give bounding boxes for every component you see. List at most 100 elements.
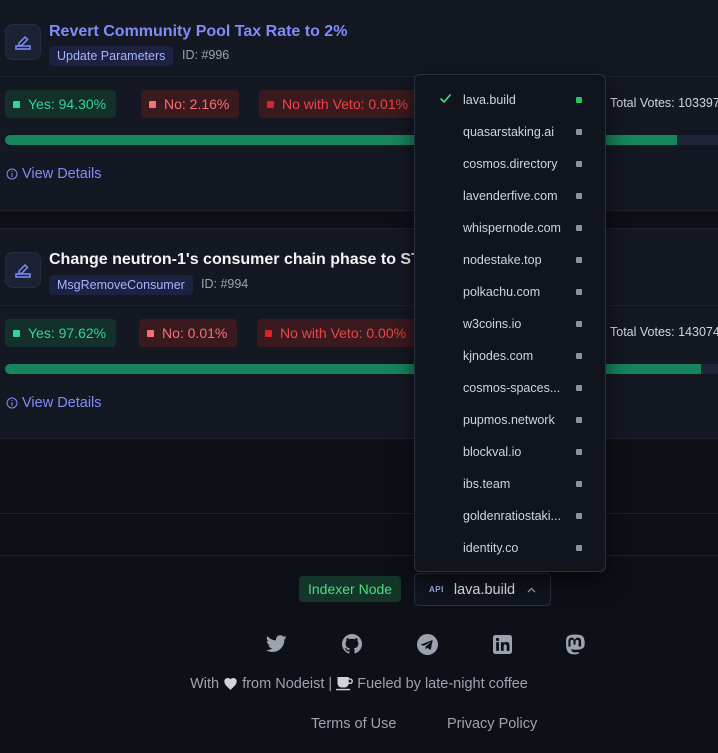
api-option-item[interactable]: polkachu.com [415, 276, 605, 308]
mastodon-icon[interactable] [564, 633, 586, 655]
chevron-up-icon [527, 587, 536, 592]
api-option-label: nodestake.top [463, 253, 542, 267]
view-details-link[interactable]: View Details [6, 395, 102, 411]
api-option-label: quasarstaking.ai [463, 125, 555, 139]
indexer-node-badge: Indexer Node [299, 576, 402, 602]
status-indicator-icon [576, 449, 582, 455]
status-indicator-icon [576, 353, 582, 359]
no-dot-icon [147, 329, 154, 337]
status-indicator-icon [576, 161, 582, 167]
vote-box-icon [5, 252, 41, 288]
api-selected-value: lava.build [453, 581, 516, 598]
api-option-item[interactable]: nodestake.top [415, 244, 605, 276]
status-indicator-icon [576, 385, 582, 391]
telegram-icon[interactable] [416, 633, 438, 655]
veto-vote-pill: No with Veto: 0.00% [257, 319, 417, 347]
vote-box-icon [5, 24, 41, 60]
api-tag: API [429, 585, 444, 594]
info-icon [6, 397, 18, 409]
vote-progress-bar [5, 364, 718, 374]
api-option-label: w3coins.io [463, 317, 522, 331]
proposal-card[interactable]: Change neutron-1's consumer chain phase … [0, 228, 718, 439]
view-details-label: View Details [22, 395, 102, 411]
api-option-label: whispernode.com [463, 221, 561, 235]
made-with-prefix: With [190, 676, 220, 693]
api-option-label: identity.co [463, 541, 519, 555]
veto-vote-label: No with Veto: 0.00% [280, 325, 407, 341]
api-option-label: polkachu.com [463, 285, 541, 299]
coffee-icon [336, 677, 354, 691]
api-option-label: cosmos-spaces... [463, 381, 561, 395]
proposal-title[interactable]: Revert Community Pool Tax Rate to 2% [49, 23, 347, 41]
api-option-item[interactable]: cosmos.directory [415, 148, 605, 180]
api-endpoint-dropdown: lava.build quasarstaking.ai cosmos.directo… [414, 74, 606, 572]
api-option-label: ibs.team [463, 477, 511, 491]
vote-progress-bar [5, 135, 718, 145]
proposal-card[interactable]: Revert Community Pool Tax Rate to 2% Upd… [0, 0, 718, 211]
api-option-item[interactable]: quasarstaking.ai [415, 116, 605, 148]
api-option-item[interactable]: lava.build [415, 84, 605, 116]
veto-vote-pill: No with Veto: 0.01% [259, 90, 419, 118]
proposal-title[interactable]: Change neutron-1's consumer chain phase … [49, 251, 444, 269]
api-option-label: kjnodes.com [463, 349, 534, 363]
card-divider [0, 305, 718, 306]
view-details-link[interactable]: View Details [6, 166, 102, 182]
api-option-label: blockval.io [463, 445, 522, 459]
card-divider [0, 76, 718, 77]
veto-dot-icon [267, 100, 274, 108]
check-icon [439, 93, 452, 104]
status-indicator-icon [576, 545, 582, 551]
made-with-text: With from Nodeist | Fueled by late-night… [0, 676, 718, 692]
api-option-label: goldenratiostaki... [463, 509, 561, 523]
api-option-label: lavenderfive.com [463, 189, 558, 203]
api-option-item[interactable]: identity.co [415, 532, 605, 564]
proposal-id: ID: #994 [201, 277, 249, 291]
api-option-item[interactable]: whispernode.com [415, 212, 605, 244]
api-option-item[interactable]: kjnodes.com [415, 340, 605, 372]
api-option-item[interactable]: pupmos.network [415, 404, 605, 436]
twitter-icon[interactable] [265, 633, 287, 655]
privacy-policy-link[interactable]: Privacy Policy [447, 716, 537, 732]
status-indicator-icon [576, 321, 582, 327]
api-option-item[interactable]: blockval.io [415, 436, 605, 468]
yes-dot-icon [13, 100, 20, 108]
no-vote-pill: No: 0.01% [139, 319, 238, 347]
status-indicator-icon [576, 225, 582, 231]
api-option-item[interactable]: cosmos-spaces... [415, 372, 605, 404]
yes-dot-icon [13, 329, 20, 337]
status-indicator-icon [576, 97, 582, 103]
footer-divider [0, 513, 718, 514]
status-indicator-icon [576, 289, 582, 295]
github-icon[interactable] [341, 633, 363, 655]
api-option-label: cosmos.directory [463, 157, 558, 171]
info-icon [6, 168, 18, 180]
terms-of-use-link[interactable]: Terms of Use [311, 716, 396, 732]
status-indicator-icon [576, 513, 582, 519]
veto-vote-label: No with Veto: 0.01% [282, 96, 409, 112]
status-indicator-icon [576, 193, 582, 199]
api-option-item[interactable]: w3coins.io [415, 308, 605, 340]
made-with-suffix: from Nodeist | [242, 676, 333, 693]
api-option-label: pupmos.network [463, 413, 555, 427]
veto-dot-icon [265, 329, 272, 337]
status-indicator-icon [576, 129, 582, 135]
no-vote-pill: No: 2.16% [141, 90, 240, 118]
api-option-item[interactable]: ibs.team [415, 468, 605, 500]
footer-divider [0, 555, 718, 556]
status-indicator-icon [576, 257, 582, 263]
fueled-by-text: Fueled by late-night coffee [357, 676, 528, 693]
no-vote-label: No: 0.01% [162, 325, 228, 341]
no-dot-icon [149, 100, 156, 108]
dropdown-list: lava.build quasarstaking.ai cosmos.directo… [415, 84, 605, 564]
yes-vote-pill: Yes: 94.30% [5, 90, 117, 118]
view-details-label: View Details [22, 166, 102, 182]
no-vote-label: No: 2.16% [164, 96, 230, 112]
proposal-type-badge: MsgRemoveConsumer [49, 275, 193, 295]
api-option-item[interactable]: lavenderfive.com [415, 180, 605, 212]
yes-vote-pill: Yes: 97.62% [5, 319, 117, 347]
api-option-label: lava.build [463, 93, 516, 107]
linkedin-icon[interactable] [491, 633, 513, 655]
api-endpoint-select[interactable]: API lava.build [414, 573, 551, 606]
yes-vote-label: Yes: 97.62% [28, 325, 107, 341]
api-option-item[interactable]: goldenratiostaki... [415, 500, 605, 532]
